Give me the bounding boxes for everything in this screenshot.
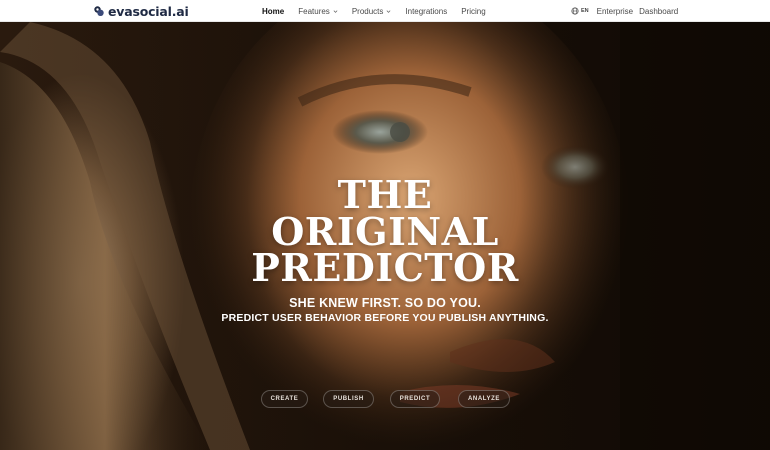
hero-section: THE ORIGINAL PREDICTOR SHE KNEW FIRST. S…	[0, 22, 770, 450]
nav-integrations[interactable]: Integrations	[405, 7, 447, 16]
nav-features[interactable]: Features	[298, 7, 338, 16]
brand-name: evasocial.ai	[108, 3, 189, 19]
nav-products[interactable]: Products	[352, 7, 392, 16]
step-pill-predict[interactable]: PREDICT	[390, 390, 440, 408]
hero-subtitle-primary: SHE KNEW FIRST. SO DO YOU.	[289, 296, 481, 310]
top-navbar: evasocial.ai Home Features Products Inte…	[0, 0, 770, 22]
nav-features-label: Features	[298, 6, 330, 16]
enterprise-link[interactable]: Enterprise	[597, 7, 633, 16]
chevron-down-icon	[386, 9, 391, 13]
nav-home[interactable]: Home	[262, 7, 284, 16]
hero-subtitle-secondary: PREDICT USER BEHAVIOR BEFORE YOU PUBLISH…	[221, 312, 549, 324]
nav-pricing[interactable]: Pricing	[461, 7, 485, 16]
language-selector[interactable]: EN	[571, 7, 589, 15]
chevron-down-icon	[333, 9, 338, 13]
dashboard-link[interactable]: Dashboard	[639, 7, 678, 16]
eva-logo-icon	[94, 6, 104, 16]
language-label: EN	[581, 8, 589, 14]
step-pill-create[interactable]: CREATE	[261, 390, 308, 408]
step-pill-publish[interactable]: PUBLISH	[323, 390, 374, 408]
nav-products-label: Products	[351, 6, 384, 16]
globe-icon	[571, 7, 579, 15]
step-pill-analyze[interactable]: ANALYZE	[458, 390, 510, 408]
right-nav: EN Enterprise Dashboard	[571, 0, 678, 22]
hero-headline-line3: PREDICTOR	[251, 245, 519, 290]
brand-logo[interactable]: evasocial.ai	[93, 3, 189, 19]
main-nav: Home Features Products Integrations Pric…	[262, 0, 500, 22]
